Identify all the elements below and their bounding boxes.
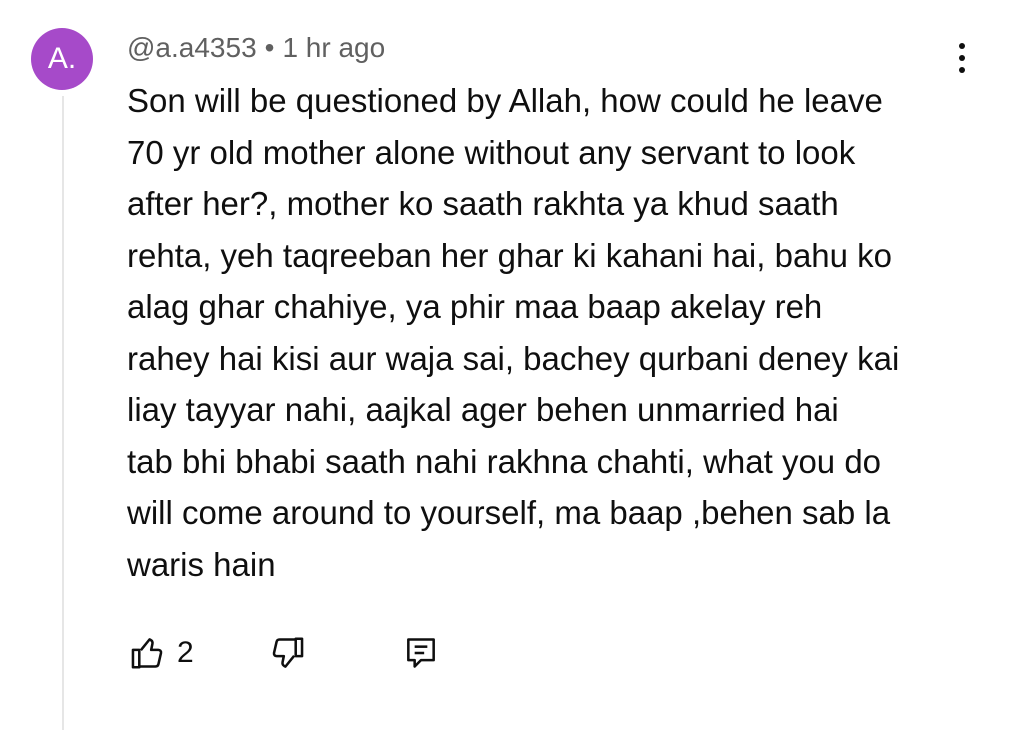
avatar[interactable]: A. bbox=[31, 28, 93, 90]
comment-header: @a.a4353 • 1 hr ago bbox=[127, 28, 385, 68]
avatar-initial: A. bbox=[47, 42, 77, 75]
header-separator: • bbox=[264, 32, 275, 63]
thumbs-up-icon bbox=[131, 638, 163, 669]
like-button[interactable] bbox=[127, 632, 169, 674]
comment-actions: 2 bbox=[127, 628, 442, 678]
more-actions-button[interactable] bbox=[946, 38, 978, 78]
thumbs-down-icon bbox=[272, 637, 303, 668]
reply-comment-icon bbox=[406, 638, 435, 668]
reply-button[interactable] bbox=[400, 632, 442, 674]
timestamp[interactable]: 1 hr ago bbox=[282, 32, 385, 64]
comment-text: Son will be questioned by Allah, how cou… bbox=[127, 82, 900, 583]
thread-line bbox=[62, 96, 64, 730]
like-count: 2 bbox=[177, 636, 194, 669]
dislike-button[interactable] bbox=[266, 632, 308, 674]
author-handle[interactable]: @a.a4353 bbox=[127, 32, 257, 64]
more-vertical-icon bbox=[959, 43, 965, 49]
